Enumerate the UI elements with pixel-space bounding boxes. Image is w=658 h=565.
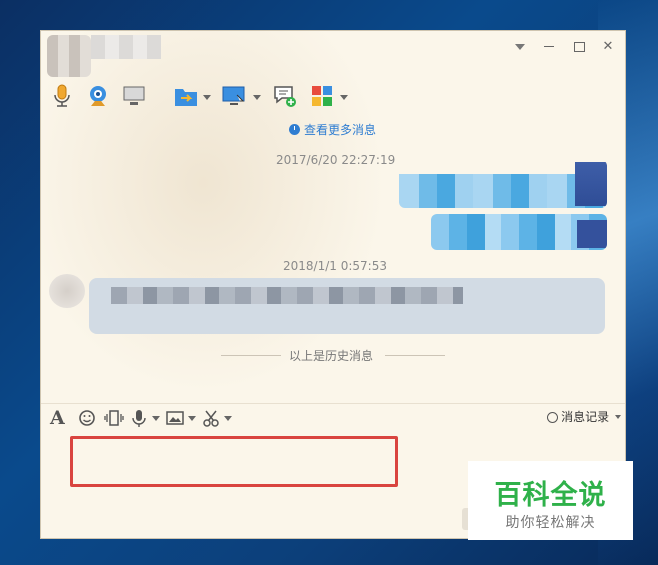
remote-desktop-icon[interactable] <box>221 83 247 109</box>
more-messages-label: 查看更多消息 <box>304 123 377 137</box>
minimize-button[interactable] <box>540 38 558 56</box>
view-more-messages-link[interactable]: 查看更多消息 <box>289 121 376 138</box>
message-bubble-incoming[interactable] <box>89 278 605 334</box>
chevron-down-icon[interactable] <box>511 38 529 56</box>
chevron-down-icon[interactable] <box>224 416 232 421</box>
message-timestamp: 2017/6/20 22:27:19 <box>276 153 396 167</box>
highlight-box <box>70 436 398 487</box>
divider-line <box>385 355 445 356</box>
font-icon[interactable]: A <box>50 407 65 429</box>
chevron-down-icon[interactable] <box>340 95 348 100</box>
chevron-down-icon[interactable] <box>188 416 196 421</box>
screen-share-icon[interactable] <box>122 83 148 109</box>
close-button[interactable]: ✕ <box>599 38 617 56</box>
input-divider <box>41 403 625 404</box>
message-history-button[interactable]: 消息记录 <box>547 408 621 426</box>
clock-icon <box>547 412 559 423</box>
clock-icon <box>289 124 300 135</box>
add-chat-icon[interactable] <box>272 83 298 109</box>
voice-message-icon[interactable] <box>131 407 147 429</box>
emoji-icon[interactable] <box>78 407 96 429</box>
history-label: 消息记录 <box>561 410 610 424</box>
watermark-subtitle: 助你轻松解决 <box>505 515 596 531</box>
message-bubble-outgoing[interactable] <box>431 214 607 250</box>
watermark: 百科全说 助你轻松解决 <box>468 461 633 540</box>
webcam-icon[interactable] <box>85 83 111 109</box>
maximize-button[interactable] <box>570 38 588 56</box>
vibrate-icon[interactable] <box>104 407 124 429</box>
chevron-down-icon <box>615 415 621 419</box>
contact-avatar[interactable] <box>47 35 91 77</box>
image-icon[interactable] <box>166 407 184 429</box>
chevron-down-icon[interactable] <box>253 95 261 100</box>
message-timestamp: 2018/1/1 0:57:53 <box>283 259 387 273</box>
history-divider-label: 以上是历史消息 <box>289 349 374 363</box>
microphone-icon[interactable] <box>51 83 77 109</box>
screenshot-scissors-icon[interactable] <box>202 407 220 429</box>
contact-avatar[interactable] <box>49 274 85 308</box>
message-bubble-outgoing[interactable] <box>399 160 607 208</box>
watermark-title: 百科全说 <box>494 480 607 511</box>
file-transfer-icon[interactable] <box>173 83 199 109</box>
chevron-down-icon[interactable] <box>203 95 211 100</box>
chevron-down-icon[interactable] <box>152 416 160 421</box>
apps-icon[interactable] <box>310 83 336 109</box>
divider-line <box>221 355 281 356</box>
contact-name <box>91 35 161 59</box>
